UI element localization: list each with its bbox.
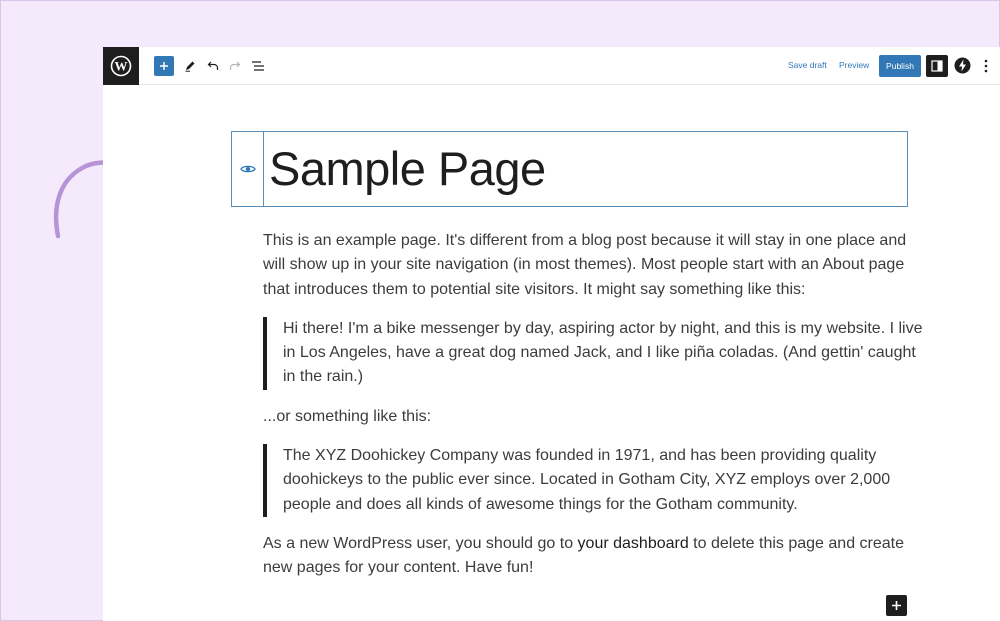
add-block-button[interactable] <box>154 56 174 76</box>
closing-paragraph[interactable]: As a new WordPress user, you should go t… <box>263 532 923 581</box>
title-visibility-button[interactable] <box>232 132 264 206</box>
editor-toolbar: W Save draft Preview Publish <box>103 47 1000 85</box>
list-view-button[interactable] <box>248 56 268 76</box>
more-options-icon <box>984 59 988 73</box>
plus-icon <box>892 601 901 610</box>
more-options-button[interactable] <box>980 57 992 75</box>
closing-text-start: As a new WordPress user, you should go t… <box>263 534 578 552</box>
quote-block-2[interactable]: The XYZ Doohickey Company was founded in… <box>263 444 923 517</box>
title-block[interactable]: Sample Page <box>231 131 908 207</box>
block-editor: W Save draft Preview Publish Sample Page… <box>103 47 1000 621</box>
dashboard-link[interactable]: your dashboard <box>578 535 689 552</box>
jetpack-button[interactable] <box>954 57 971 74</box>
tools-button[interactable] <box>180 56 200 76</box>
transition-paragraph[interactable]: ...or something like this: <box>263 405 923 429</box>
settings-sidebar-icon <box>931 60 943 72</box>
save-draft-button[interactable]: Save draft <box>788 60 827 70</box>
plus-icon <box>160 62 168 70</box>
undo-icon <box>207 61 219 70</box>
list-view-icon <box>252 61 264 71</box>
intro-paragraph[interactable]: This is an example page. It's different … <box>263 229 923 302</box>
eye-icon <box>239 165 256 173</box>
svg-text:W: W <box>115 59 128 74</box>
settings-button[interactable] <box>926 55 948 77</box>
quote-block-1[interactable]: Hi there! I'm a bike messenger by day, a… <box>263 316 923 390</box>
redo-icon <box>229 61 241 70</box>
add-block-inline-button[interactable] <box>886 595 907 616</box>
post-content: This is an example page. It's different … <box>263 229 923 596</box>
redo-button[interactable] <box>225 56 245 76</box>
jetpack-icon <box>954 57 971 74</box>
pen-icon <box>185 61 195 72</box>
page-title[interactable]: Sample Page <box>269 142 546 196</box>
preview-button[interactable]: Preview <box>839 60 869 70</box>
undo-button[interactable] <box>203 56 223 76</box>
wordpress-logo-icon[interactable]: W <box>103 47 139 85</box>
publish-button[interactable]: Publish <box>879 55 921 77</box>
